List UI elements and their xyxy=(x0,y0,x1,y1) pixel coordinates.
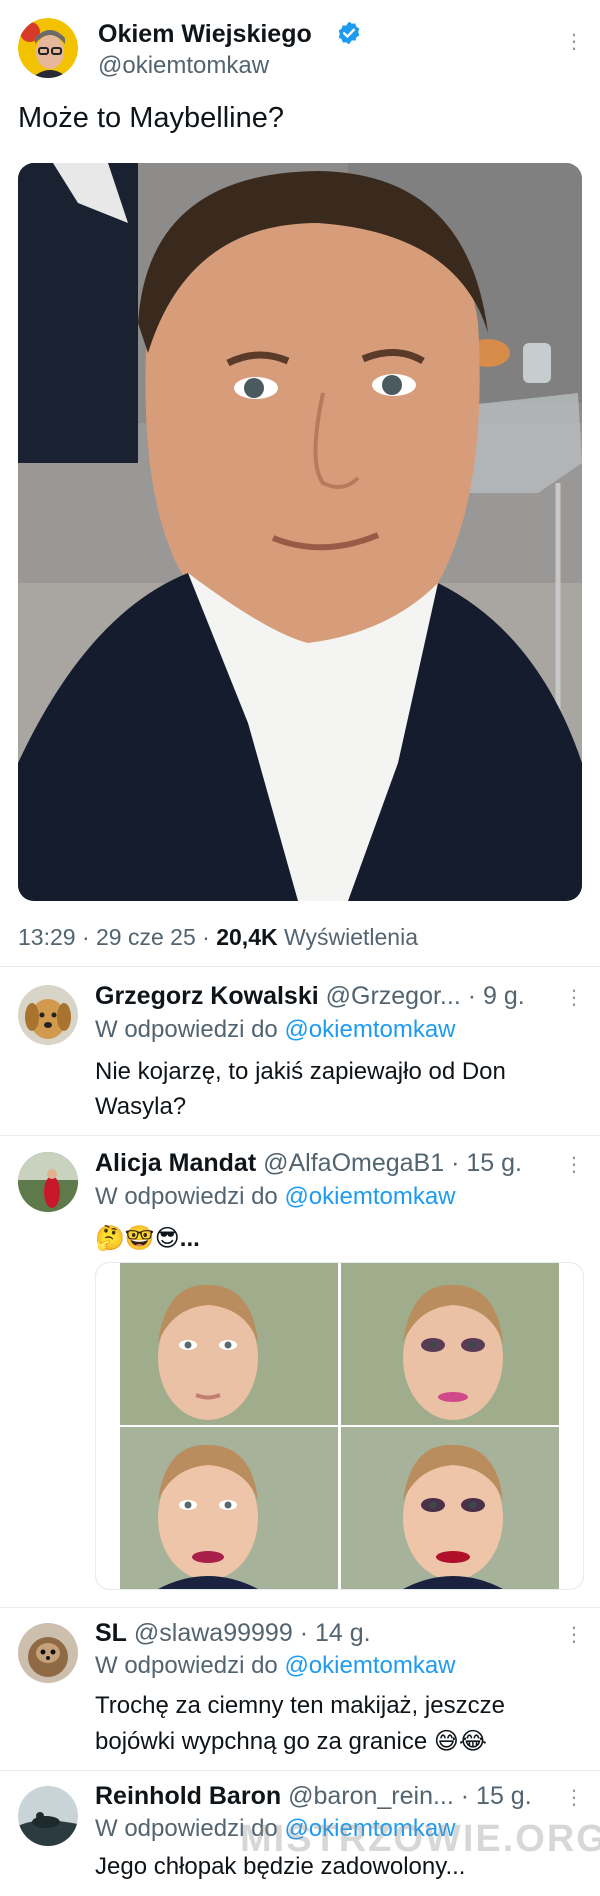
divider xyxy=(0,966,600,967)
reply-photo[interactable] xyxy=(95,1262,584,1590)
reply-text: Nie kojarzę, to jakiś zapiewajło od Don xyxy=(95,1058,506,1085)
tweet-meta: 13:29 · 29 cze 25 · 20,4K Wyświetlenia xyxy=(18,924,418,951)
reply-author-name[interactable]: SL xyxy=(95,1619,127,1647)
reply-to-link[interactable]: @okiemtomkaw xyxy=(284,1652,455,1679)
reply-prefix: W odpowiedzi do xyxy=(95,1183,278,1210)
reply-text: 🤔🤓😎... xyxy=(95,1225,200,1252)
more-dots-icon[interactable]: ⋮ xyxy=(564,1155,584,1175)
tweet-date[interactable]: 29 cze 25 xyxy=(96,924,196,950)
more-dots-icon[interactable]: ⋮ xyxy=(564,1788,584,1808)
reply-avatar[interactable] xyxy=(18,1623,78,1683)
reply-context: W odpowiedzi do @okiemtomkaw xyxy=(95,1183,456,1211)
reply-to-link[interactable]: @okiemtomkaw xyxy=(284,1016,455,1043)
more-dots-icon[interactable]: ⋮ xyxy=(564,1625,584,1645)
reply-time[interactable]: · 14 g. xyxy=(300,1619,371,1647)
reply-header: SL @slawa99999 · 14 g. xyxy=(95,1619,371,1648)
reply-header: Alicja Mandat @AlfaOmegaB1 · 15 g. xyxy=(95,1149,522,1178)
reply-context: W odpowiedzi do @okiemtomkaw xyxy=(95,1016,456,1044)
reply-author-name[interactable]: Alicja Mandat xyxy=(95,1149,256,1177)
reply-handle[interactable]: @slawa99999 xyxy=(134,1619,293,1647)
author-avatar[interactable] xyxy=(18,18,78,78)
more-dots-icon[interactable]: ⋮ xyxy=(564,988,584,1008)
more-dots-icon[interactable]: ⋮ xyxy=(564,32,584,52)
reply-header: Grzegorz Kowalski @Grzegor... · 9 g. xyxy=(95,982,525,1011)
reply-to-link[interactable]: @okiemtomkaw xyxy=(284,1183,455,1210)
reply-prefix: W odpowiedzi do xyxy=(95,1016,278,1043)
verified-badge-icon xyxy=(336,20,362,46)
reply-time[interactable]: · 15 g. xyxy=(461,1782,532,1810)
reply-author-name[interactable]: Grzegorz Kowalski xyxy=(95,982,319,1010)
divider xyxy=(0,1770,600,1771)
divider xyxy=(0,1607,600,1608)
reply-author-name[interactable]: Reinhold Baron xyxy=(95,1782,281,1810)
reply-time[interactable]: · 15 g. xyxy=(451,1149,522,1177)
reply-context: W odpowiedzi do @okiemtomkaw xyxy=(95,1652,456,1680)
reply-time[interactable]: · 9 g. xyxy=(468,982,525,1010)
reply-handle[interactable]: @Grzegor... xyxy=(326,982,461,1010)
author-name[interactable]: Okiem Wiejskiego xyxy=(98,20,312,49)
reply-avatar[interactable] xyxy=(18,1786,78,1846)
author-handle[interactable]: @okiemtomkaw xyxy=(98,52,269,80)
tweet-time: 13:29 xyxy=(18,924,76,950)
separator: · xyxy=(81,924,90,950)
reply-text: bojówki wypchną go za granice 😅😂 xyxy=(95,1728,487,1755)
reply-handle[interactable]: @baron_rein... xyxy=(288,1782,454,1810)
separator: · xyxy=(202,924,210,950)
reply-text: Trochę za ciemny ten makijaż, jeszcze xyxy=(95,1692,505,1719)
watermark: MISTRZOWIE.ORG xyxy=(240,1818,600,1860)
reply-text: Wasyla? xyxy=(95,1093,187,1120)
divider xyxy=(0,1135,600,1136)
reply-avatar[interactable] xyxy=(18,985,78,1045)
reply-prefix: W odpowiedzi do xyxy=(95,1652,278,1679)
reply-header: Reinhold Baron @baron_rein... · 15 g. xyxy=(95,1782,532,1811)
views-count: 20,4K xyxy=(216,924,278,950)
reply-avatar[interactable] xyxy=(18,1152,78,1212)
tweet-text: Może to Maybelline? xyxy=(18,102,284,134)
views-label: Wyświetlenia xyxy=(283,924,418,950)
tweet-photo[interactable] xyxy=(18,163,582,901)
reply-handle[interactable]: @AlfaOmegaB1 xyxy=(263,1149,444,1177)
